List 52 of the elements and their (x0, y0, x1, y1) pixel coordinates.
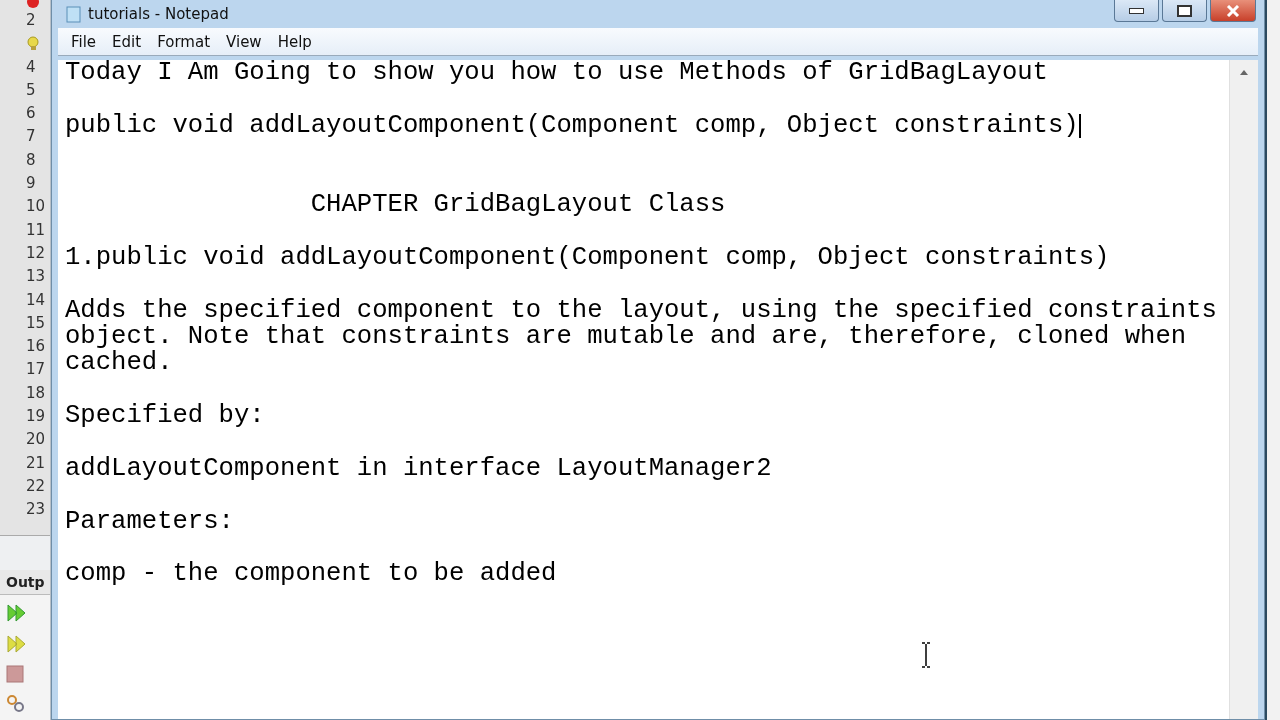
menu-item[interactable]: View (218, 32, 270, 51)
run-icon[interactable] (6, 603, 28, 623)
text-line: Adds the specified component to the layout, using the specified constraints (65, 297, 1217, 324)
text-line: comp - the component to be added (65, 561, 557, 588)
line-number: 12 (26, 242, 46, 264)
line-number: 19 (26, 406, 46, 428)
text-line: public void addLayoutComponent(Component comp, Object constraints) (65, 112, 1079, 140)
line-number: 7 (26, 126, 36, 148)
scroll-up-icon[interactable] (1239, 68, 1249, 76)
text-line: cached. (65, 350, 173, 377)
line-number: 13 (26, 266, 46, 288)
output-tab[interactable]: Outp (0, 570, 50, 595)
line-number: 15 (26, 312, 46, 334)
line-number: 8 (26, 149, 36, 171)
window-title: tutorials - Notepad (88, 5, 229, 23)
line-number: 2 (26, 10, 36, 31)
line-number: 14 (26, 289, 46, 311)
line-number: 4 (26, 56, 36, 78)
line-number: 6 (26, 103, 36, 125)
line-number: 22 (26, 475, 46, 497)
text-line: Today I Am Going to show you how to use Methods of GridBagLayout (65, 60, 1048, 87)
line-number: 17 (26, 359, 46, 381)
text-line: object. Note that constraints are mutable and are, therefore, cloned when (65, 323, 1187, 351)
notepad-icon (66, 5, 82, 23)
text-line: CHAPTER GridBagLayout Class (309, 191, 726, 219)
maximize-button[interactable] (1162, 0, 1207, 22)
line-number: 21 (26, 452, 46, 474)
run-icon[interactable] (6, 634, 28, 654)
menu-item[interactable]: Format (149, 32, 219, 51)
line-number: 20 (26, 429, 46, 451)
text-cursor-icon (921, 642, 931, 668)
line-number: 11 (26, 219, 46, 241)
menu-item[interactable]: Help (269, 32, 320, 51)
menu-item[interactable]: File (63, 32, 105, 51)
line-number: 23 (26, 499, 46, 521)
line-number: 10 (26, 196, 46, 218)
minimize-button[interactable] (1114, 0, 1159, 22)
lightbulb-icon (26, 35, 42, 52)
text-line: 1.public void addLayoutComponent(Component comp, Object constraints) (65, 244, 1110, 272)
text-line: addLayoutComponent in interface LayoutManager2 (65, 455, 772, 483)
error-icon (26, 0, 40, 10)
scrollbar[interactable] (1229, 60, 1258, 719)
line-number: 9 (26, 173, 36, 195)
line-number: 18 (26, 382, 46, 404)
menu-item[interactable]: Edit (104, 32, 150, 51)
tools-icon[interactable] (6, 694, 26, 712)
text-line: Specified by: (65, 403, 265, 430)
text-line: Parameters: (65, 508, 234, 536)
close-icon (1226, 4, 1240, 17)
close-button[interactable] (1210, 0, 1256, 22)
line-number: 5 (26, 79, 36, 101)
line-number: 16 (26, 336, 46, 358)
